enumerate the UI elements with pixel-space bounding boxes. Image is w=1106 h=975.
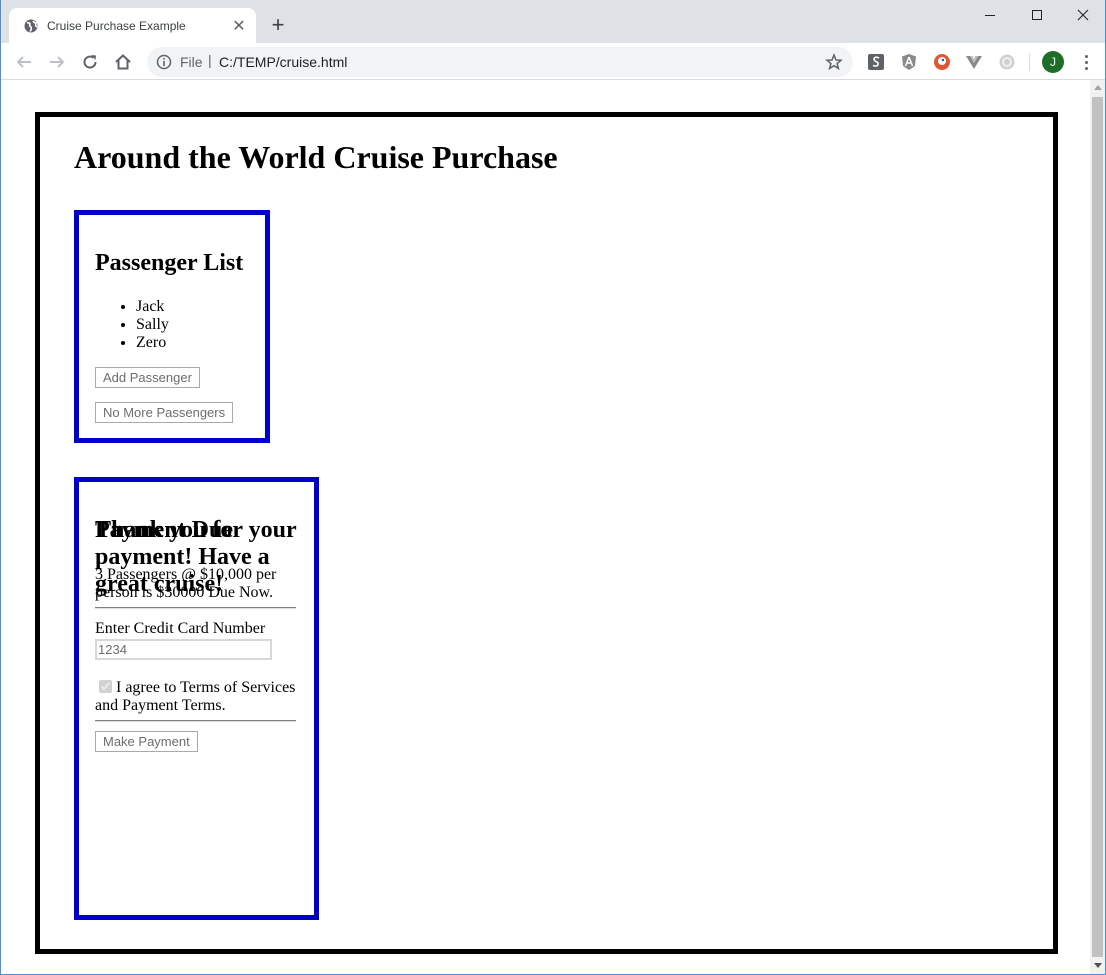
passenger-list: Jack Sally Zero [95,298,169,352]
extension-duckduckgo-icon[interactable] [933,53,951,71]
home-icon[interactable] [111,50,135,74]
browser-toolbar: File | C:/TEMP/cruise.html J [1,43,1105,80]
extension-angular-icon[interactable] [900,53,918,71]
passenger-panel: Passenger List Jack Sally Zero Add Passe… [74,210,270,443]
terms-label: I agree to Terms of Services and Payment… [95,679,296,714]
url-separator: | [208,52,212,68]
minimize-icon[interactable] [967,0,1013,30]
url-scheme: File [180,54,203,70]
address-bar[interactable]: File | C:/TEMP/cruise.html [147,47,853,77]
list-item: Sally [136,316,169,334]
url-text[interactable]: C:/TEMP/cruise.html [219,54,347,70]
extension-s-icon[interactable] [867,53,885,71]
globe-icon [23,18,39,34]
profile-avatar[interactable]: J [1042,51,1064,73]
tab-title: Cruise Purchase Example [47,18,186,33]
make-payment-button[interactable]: Make Payment [95,731,198,752]
tab-strip: Cruise Purchase Example ✕ + [1,0,1105,43]
passenger-heading: Passenger List [95,250,244,276]
bookmark-star-icon[interactable] [825,52,843,71]
divider [95,607,296,609]
menu-dots-icon[interactable] [1079,53,1093,71]
scroll-down-icon[interactable] [1094,963,1102,968]
extension-vue-icon[interactable] [965,53,983,71]
vertical-scrollbar[interactable] [1090,80,1105,974]
forward-arrow-icon[interactable] [45,50,69,74]
toolbar-divider [1029,53,1030,71]
back-arrow-icon[interactable] [12,50,36,74]
new-tab-button[interactable]: + [267,12,289,37]
app-frame: Around the World Cruise Purchase Passeng… [35,112,1058,954]
page-viewport: Around the World Cruise Purchase Passeng… [2,81,1090,974]
extension-grey-circle-icon[interactable] [998,53,1016,71]
divider [95,720,296,722]
maximize-icon[interactable] [1014,0,1060,30]
info-icon[interactable] [156,54,172,70]
browser-tab[interactable]: Cruise Purchase Example ✕ [9,8,256,43]
payment-panel: Payment Due 3 Passengers @ $10,000 per p… [74,477,319,920]
credit-card-input[interactable] [95,639,272,660]
close-icon[interactable]: ✕ [230,17,248,35]
browser-window: Cruise Purchase Example ✕ + File | C:/TE… [0,0,1106,975]
terms-agreement: I agree to Terms of Services and Payment… [95,679,300,715]
scroll-thumb[interactable] [1092,97,1103,957]
credit-card-label: Enter Credit Card Number [95,620,266,637]
no-more-passengers-button[interactable]: No More Passengers [95,402,234,423]
list-item: Zero [136,334,169,352]
window-close-icon[interactable] [1060,0,1106,30]
add-passenger-button[interactable]: Add Passenger [95,367,200,388]
reload-icon[interactable] [78,50,102,74]
terms-checkbox[interactable] [99,680,112,693]
page-title: Around the World Cruise Purchase [74,139,558,175]
thank-you-message: Thank you for your payment! Have a great… [95,517,297,597]
scroll-up-icon[interactable] [1094,85,1102,90]
list-item: Jack [136,298,169,316]
